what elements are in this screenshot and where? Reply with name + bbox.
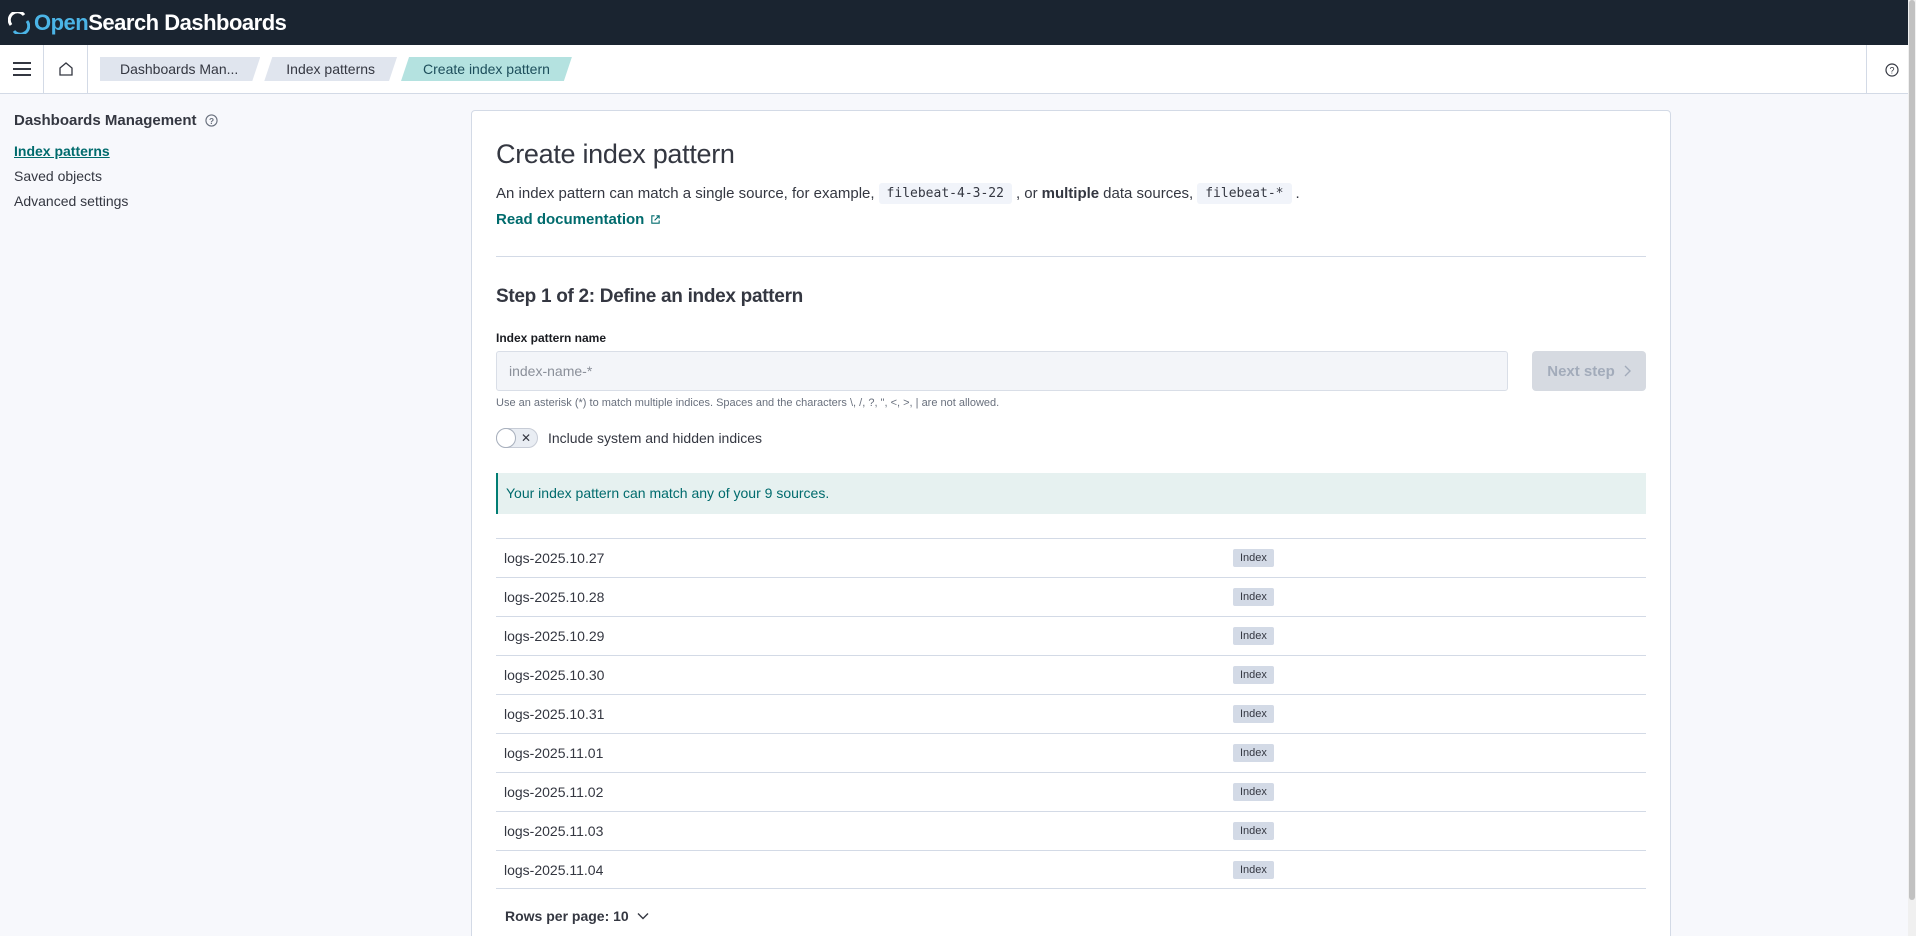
next-step-button[interactable]: Next step xyxy=(1532,351,1646,391)
logo-text-open: Open xyxy=(34,9,89,35)
read-documentation-link[interactable]: Read documentation xyxy=(496,211,661,228)
index-type-badge: Index xyxy=(1233,549,1274,567)
breadcrumb-create-index-pattern: Create index pattern xyxy=(401,57,572,81)
index-type-badge: Index xyxy=(1233,822,1274,840)
top-header: OpenSearch Dashboards xyxy=(0,0,1916,45)
index-name: logs-2025.10.27 xyxy=(504,550,605,566)
table-row: logs-2025.11.04 Index xyxy=(496,850,1646,889)
sidebar-item-index-patterns[interactable]: Index patterns xyxy=(14,143,434,159)
home-icon xyxy=(58,62,73,76)
breadcrumb: Dashboards Man... Index patterns Create … xyxy=(100,57,576,81)
table-row: logs-2025.10.29 Index xyxy=(496,616,1646,655)
main-panel: Create index pattern An index pattern ca… xyxy=(471,110,1671,936)
index-name: logs-2025.11.04 xyxy=(504,861,604,878)
index-name: logs-2025.11.03 xyxy=(504,823,604,839)
table-row: logs-2025.11.03 Index xyxy=(496,811,1646,850)
description-text: , or xyxy=(1015,185,1038,202)
read-documentation-label: Read documentation xyxy=(496,211,645,228)
toggle-knob xyxy=(496,428,516,448)
include-hidden-indices-label: Include system and hidden indices xyxy=(548,430,763,446)
example-code-single: filebeat-4-3-22 xyxy=(878,183,1012,204)
description-bold: multiple xyxy=(1041,185,1100,202)
indices-table: logs-2025.10.27 Index logs-2025.10.28 In… xyxy=(496,538,1646,889)
include-hidden-toggle-row: ✕ Include system and hidden indices xyxy=(496,428,762,448)
close-icon: ✕ xyxy=(520,431,531,445)
index-name: logs-2025.11.01 xyxy=(504,745,604,761)
table-row: logs-2025.10.30 Index xyxy=(496,655,1646,694)
opensearch-logo[interactable]: OpenSearch Dashboards xyxy=(7,9,287,36)
sidebar-item-advanced-settings[interactable]: Advanced settings xyxy=(14,193,434,209)
sidebar-title: Dashboards Management ? xyxy=(14,112,434,129)
page-scrollbar[interactable] xyxy=(1908,0,1916,936)
help-icon: ? xyxy=(1884,62,1899,77)
index-type-badge: Index xyxy=(1233,860,1274,879)
example-code-multiple: filebeat-* xyxy=(1197,183,1292,204)
table-row: logs-2025.11.02 Index xyxy=(496,772,1646,811)
include-hidden-indices-toggle[interactable]: ✕ xyxy=(496,428,538,448)
rows-per-page-button[interactable]: Rows per page: 10 xyxy=(505,908,649,924)
index-name: logs-2025.10.28 xyxy=(504,589,605,605)
logo-text-rest: Search Dashboards xyxy=(88,9,287,35)
sidebar: Dashboards Management ? Index patterns S… xyxy=(14,112,434,218)
table-row: logs-2025.10.31 Index xyxy=(496,694,1646,733)
hamburger-menu-icon xyxy=(12,62,31,76)
description-text: An index pattern can match a single sour… xyxy=(496,185,875,202)
svg-text:?: ? xyxy=(1889,65,1894,75)
home-button[interactable] xyxy=(44,44,88,94)
help-icon[interactable]: ? xyxy=(204,114,218,127)
sidebar-item-saved-objects[interactable]: Saved objects xyxy=(14,168,434,184)
index-type-badge: Index xyxy=(1233,705,1274,723)
divider xyxy=(496,256,1646,257)
step-title: Step 1 of 2: Define an index pattern xyxy=(496,286,803,307)
index-type-badge: Index xyxy=(1233,666,1274,684)
opensearch-logo-icon xyxy=(7,9,31,36)
breadcrumb-index-patterns[interactable]: Index patterns xyxy=(264,57,397,81)
index-pattern-name-label: Index pattern name xyxy=(496,331,607,345)
index-name: logs-2025.11.02 xyxy=(504,784,604,800)
chevron-right-icon xyxy=(1624,365,1631,377)
chevron-down-icon xyxy=(637,913,649,920)
navigation-bar: Dashboards Man... Index patterns Create … xyxy=(0,44,1916,94)
table-row: logs-2025.10.27 Index xyxy=(496,538,1646,577)
description-text: . xyxy=(1295,185,1300,202)
sidebar-title-text: Dashboards Management xyxy=(14,112,197,129)
svg-text:?: ? xyxy=(208,116,213,126)
description: An index pattern can match a single sour… xyxy=(496,183,1300,204)
page-title: Create index pattern xyxy=(496,139,735,169)
index-name: logs-2025.10.30 xyxy=(504,667,605,683)
index-type-badge: Index xyxy=(1233,588,1274,606)
next-step-label: Next step xyxy=(1547,362,1615,380)
table-row: logs-2025.11.01 Index xyxy=(496,733,1646,772)
match-callout: Your index pattern can match any of your… xyxy=(496,473,1646,514)
table-row: logs-2025.10.28 Index xyxy=(496,577,1646,616)
input-help-text: Use an asterisk (*) to match multiple in… xyxy=(496,397,1000,409)
scrollbar-thumb[interactable] xyxy=(1909,0,1915,900)
index-name: logs-2025.10.29 xyxy=(504,628,605,644)
breadcrumb-dashboards-management[interactable]: Dashboards Man... xyxy=(100,57,260,81)
rows-per-page-label: Rows per page: 10 xyxy=(505,908,629,924)
menu-button[interactable] xyxy=(0,44,44,94)
index-type-badge: Index xyxy=(1233,783,1274,801)
description-text: data sources, xyxy=(1103,185,1194,202)
index-name: logs-2025.10.31 xyxy=(504,706,605,722)
index-type-badge: Index xyxy=(1233,627,1274,645)
external-link-icon xyxy=(651,215,661,224)
index-pattern-name-input[interactable] xyxy=(496,351,1508,391)
index-type-badge: Index xyxy=(1233,744,1274,762)
